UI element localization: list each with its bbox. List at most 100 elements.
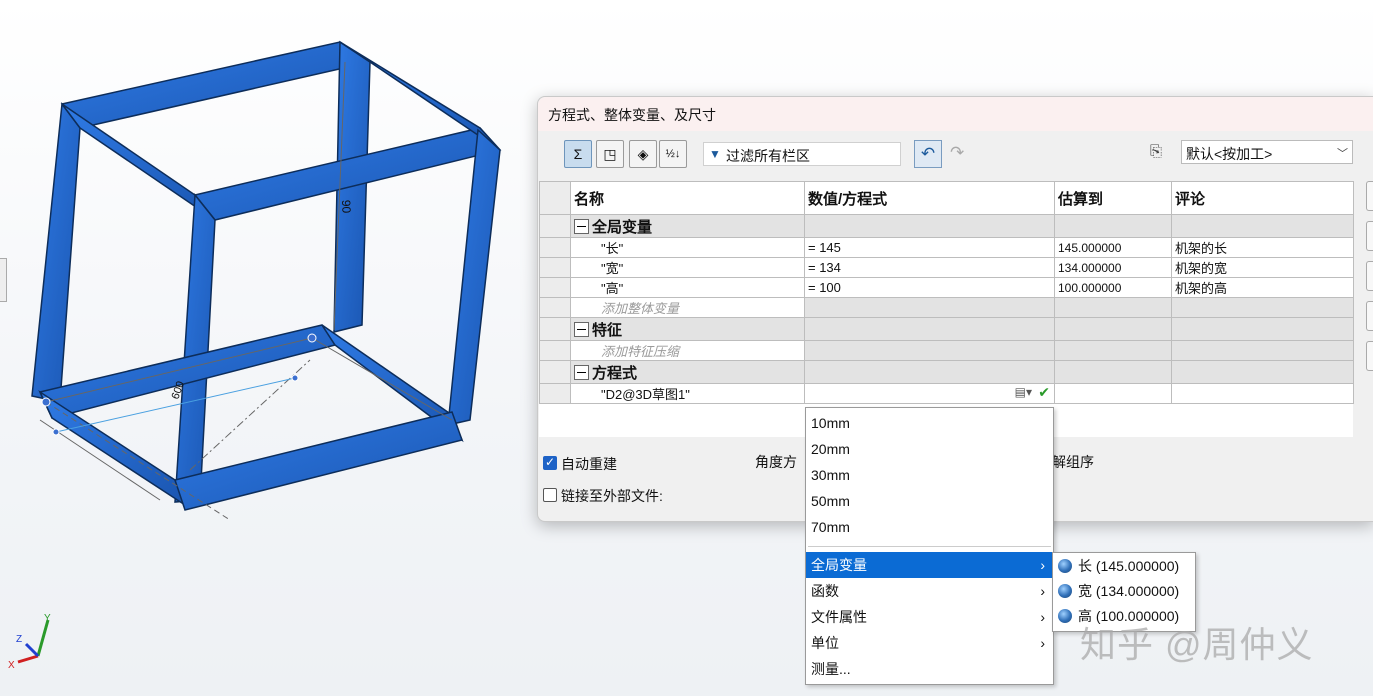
variable-name[interactable]: "宽" — [570, 257, 805, 278]
variable-evaluated: 145.000000 — [1054, 237, 1172, 258]
row-header-corner — [539, 181, 571, 215]
svg-text:Y: Y — [44, 613, 51, 624]
menu-label: 单位 — [811, 635, 839, 651]
link-external-checkbox[interactable] — [543, 488, 557, 502]
variable-comment[interactable]: 机架的长 — [1171, 237, 1354, 258]
variable-value[interactable]: = 134 — [804, 257, 1055, 278]
variable-evaluated: 134.000000 — [1054, 257, 1172, 278]
undo-button[interactable]: ↶ — [914, 140, 942, 168]
sigma-icon: Σ — [573, 146, 583, 162]
redo-icon: ↷ — [950, 143, 965, 162]
side-button-3[interactable] — [1366, 261, 1373, 291]
value-dropdown-menu: 10mm 20mm 30mm 50mm 70mm 全局变量 › 函数 › 文件属… — [805, 407, 1054, 685]
funnel-icon: ▼ — [709, 147, 721, 161]
add-feature-suppression[interactable]: 添加特征压缩 — [570, 340, 805, 361]
table-row[interactable]: "宽" = 134 134.000000 机架的宽 — [539, 257, 1354, 278]
menu-label: 函数 — [811, 583, 839, 599]
svg-text:X: X — [8, 660, 15, 671]
equation-view-button[interactable]: Σ — [564, 140, 592, 168]
dim-top-label[interactable]: 90 — [339, 200, 353, 214]
collapse-icon[interactable] — [574, 321, 589, 337]
variable-evaluated: 100.000000 — [1054, 277, 1172, 298]
redo-button[interactable]: ↷ — [950, 143, 964, 163]
section-row-equations[interactable]: 方程式 — [539, 360, 1354, 384]
variable-comment[interactable]: 机架的高 — [1171, 277, 1354, 298]
link-external-label: 链接至外部文件: — [561, 488, 663, 504]
chevron-right-icon: › — [1040, 609, 1045, 625]
equation-name[interactable]: "D2@3D草图1" — [570, 383, 805, 404]
add-global-variable[interactable]: 添加整体变量 — [570, 297, 805, 318]
watermark: 知乎 @周仲义 — [1080, 624, 1314, 665]
section-title-features: 特征 — [592, 321, 623, 339]
side-button-4[interactable] — [1366, 301, 1373, 331]
column-header-comment[interactable]: 评论 — [1171, 181, 1354, 215]
table-row[interactable]: 添加特征压缩 — [539, 340, 1354, 361]
auto-rebuild-checkbox[interactable] — [543, 455, 557, 470]
sort-order-icon: ½↓ — [665, 148, 681, 160]
section-row-globals[interactable]: 全局变量 — [539, 214, 1354, 238]
column-header-value[interactable]: 数值/方程式 — [804, 181, 1055, 215]
menu-separator — [808, 546, 1051, 547]
side-button-5[interactable] — [1366, 341, 1373, 371]
collapse-icon[interactable] — [574, 218, 589, 234]
collapse-icon[interactable] — [574, 364, 589, 380]
angle-units-label: 角度方 — [755, 454, 797, 470]
table-row[interactable]: "D2@3D草图1" ▤▾ ✔ — [539, 383, 1354, 404]
filter-field[interactable]: ▼ 过滤所有栏区 — [703, 142, 901, 166]
dialog-titlebar[interactable]: 方程式、整体变量、及尺寸 — [538, 97, 1373, 131]
accept-check-icon[interactable]: ✔ — [1038, 385, 1050, 402]
menu-item-10mm[interactable]: 10mm — [806, 410, 1053, 436]
menu-item-functions[interactable]: 函数 › — [806, 578, 1053, 604]
table-row[interactable]: 添加整体变量 — [539, 297, 1354, 318]
table-row[interactable]: "长" = 145 145.000000 机架的长 — [539, 237, 1354, 258]
dimension-eye-icon: ◈ — [637, 145, 649, 162]
ordered-view-button[interactable]: ½↓ — [659, 140, 687, 168]
variable-value[interactable]: = 100 — [804, 277, 1055, 298]
equations-table: 名称 数值/方程式 估算到 评论 全局变量 "长" = 145 145.0000… — [539, 181, 1354, 437]
variable-name[interactable]: "长" — [570, 237, 805, 258]
section-row-features[interactable]: 特征 — [539, 317, 1354, 341]
menu-item-30mm[interactable]: 30mm — [806, 462, 1053, 488]
menu-item-measure[interactable]: 测量... — [806, 656, 1053, 682]
table-row[interactable]: "高" = 100 100.000000 机架的高 — [539, 277, 1354, 298]
menu-item-70mm[interactable]: 70mm — [806, 514, 1053, 540]
globe-icon — [1058, 559, 1072, 573]
section-title-equations: 方程式 — [592, 364, 638, 382]
side-button-1[interactable] — [1366, 181, 1373, 211]
variable-value[interactable]: = 145 — [804, 237, 1055, 258]
globe-icon — [1058, 584, 1072, 598]
menu-label: 文件属性 — [811, 609, 867, 625]
configuration-value: 默认<按加工> — [1186, 146, 1273, 162]
column-header-name[interactable]: 名称 — [570, 181, 805, 215]
value-options-icon[interactable]: ▤▾ — [1015, 385, 1032, 399]
sketch-equation-view-button[interactable]: ◳ — [596, 140, 624, 168]
cube-frame-model[interactable] — [31, 40, 502, 511]
auto-rebuild-label: 自动重建 — [561, 456, 617, 472]
submenu-item-length[interactable]: 长 (145.000000) — [1053, 553, 1195, 579]
undo-icon: ↶ — [920, 144, 936, 163]
filter-text: 过滤所有栏区 — [726, 148, 810, 164]
chevron-right-icon: › — [1040, 635, 1045, 651]
axis-triad-icon: Y X Z — [8, 613, 51, 671]
variable-name[interactable]: "高" — [570, 277, 805, 298]
chevron-right-icon: › — [1040, 557, 1045, 573]
equation-value-cell[interactable]: ▤▾ ✔ — [804, 383, 1055, 404]
dimension-view-button[interactable]: ◈ — [629, 140, 657, 168]
table-header-row: 名称 数值/方程式 估算到 评论 — [539, 181, 1354, 215]
section-title-globals: 全局变量 — [592, 218, 653, 236]
menu-item-global-variables[interactable]: 全局变量 › — [806, 552, 1053, 578]
menu-item-file-properties[interactable]: 文件属性 › — [806, 604, 1053, 630]
solve-order-label: 解组序 — [1052, 454, 1094, 470]
menu-item-20mm[interactable]: 20mm — [806, 436, 1053, 462]
column-header-evaluates[interactable]: 估算到 — [1054, 181, 1172, 215]
menu-item-50mm[interactable]: 50mm — [806, 488, 1053, 514]
globe-icon — [1058, 609, 1072, 623]
variable-comment[interactable]: 机架的宽 — [1171, 257, 1354, 278]
submenu-item-width[interactable]: 宽 (134.000000) — [1053, 578, 1195, 604]
chevron-down-icon: ﹀ — [1337, 148, 1348, 160]
side-button-2[interactable] — [1366, 221, 1373, 251]
svg-text:Z: Z — [16, 634, 22, 645]
menu-item-units[interactable]: 单位 › — [806, 630, 1053, 656]
configuration-select[interactable]: 默认<按加工> ﹀ — [1181, 140, 1353, 164]
left-panel-tab[interactable] — [0, 258, 7, 302]
